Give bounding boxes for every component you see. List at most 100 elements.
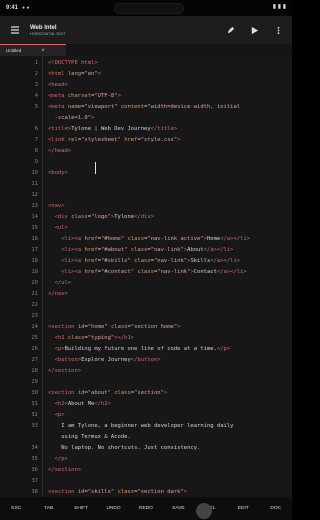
app-subtitle: HORIZONTAL EDIT [30,30,66,36]
code-line: 2 <html lang="en"> [0,69,292,80]
code-line: 17 <li><a href="#about" class="nav-link"… [0,245,292,256]
line-number: 1 [34,60,38,66]
line-number: 8 [34,148,38,154]
code-text: <p>Building my future one line of code a… [54,346,231,352]
code-line: 6 <title>Tylone | Web Dev Journey</title> [0,124,292,135]
line-number: 4 [34,93,38,99]
code-line: 7 <link rel="stylesheet" href="style.css"… [0,135,292,146]
status-bar: 9:41 ● ● ▮ ▮ ▮ [0,0,292,16]
code-line: 13 <nav> [0,201,292,212]
battery-icon: ▮ ▮ ▮ [272,4,286,10]
line-number: 23 [31,313,38,319]
code-line: 15 <ul> [0,223,292,234]
code-text: </p> [54,456,68,462]
menu-button[interactable] [0,16,30,44]
line-number: 14 [31,214,38,220]
code-line: 21 </nav> [0,289,292,300]
code-text: </section> [48,467,82,473]
code-text: <li><a href="#home" class="nav-link acti… [61,236,251,242]
line-number: 20 [31,280,38,286]
code-text: <body> [48,170,68,176]
code-line: 18 <li><a href="#skills" class="nav-link… [0,256,292,267]
line-number: 37 [31,478,38,484]
extra-keys-bar: ESCTABSHIFTUNDOREDOSAVEDELEDITDOC [0,497,292,520]
code-text: <button>Explore Journey</button> [54,357,161,363]
code-text: No laptop. No shortcuts. Just consistenc… [61,445,201,451]
code-text: </nav> [48,291,68,297]
line-number: 28 [31,368,38,374]
code-line: 29 [0,377,292,388]
status-time: 9:41 [6,5,19,11]
key-doc[interactable]: DOC [264,506,288,511]
key-tab[interactable]: TAB [37,506,61,511]
code-line: 35 </p> [0,454,292,465]
line-number: 7 [34,137,38,143]
code-line: 27 <button>Explore Journey</button> [0,355,292,366]
code-line: 4 <meta charset="UTF-8"> [0,91,292,102]
code-line: 1 <!DOCTYPE html> [0,58,292,69]
line-number: 33 [31,423,38,429]
code-line: 11 [0,179,292,190]
code-line: 26 <p>Building my future one line of cod… [0,344,292,355]
app-bar: Web Intel HORIZONTAL EDIT [0,16,292,44]
pencil-icon [227,26,234,33]
code-line: 31 <h2>About Me</h2> [0,399,292,410]
code-text: </head> [48,148,72,154]
line-number: 38 [31,489,38,495]
key-edit[interactable]: EDIT [231,506,255,511]
line-number: 27 [31,357,38,363]
code-text: I am Tylone, a beginner web developer le… [61,423,234,429]
code-line: 34 No laptop. No shortcuts. Just consist… [0,443,292,454]
line-number: 6 [34,126,38,132]
code-editor[interactable]: 1 <!DOCTYPE html> 2 <html lang="en"> 3 <head>… [0,56,292,497]
run-button[interactable] [248,24,260,36]
code-line: 23 [0,311,292,322]
code-text: <h2>About Me</h2> [54,401,111,407]
code-line: 25 <h1 class="typing"></h1> [0,333,292,344]
code-text: <title>Tylone | Web Dev Journey</title> [48,126,178,132]
code-line: 20 </ul> [0,278,292,289]
floating-action[interactable] [196,503,212,519]
line-number: 35 [31,456,38,462]
code-line: 14 <div class="logo">Tylone</div> [0,212,292,223]
code-text: using Termux & Acode. [61,434,131,440]
code-text: <section id="home" class="section home"> [48,324,181,330]
tab-bar: Untitled × [0,44,292,56]
code-text: <section id="about" class="section"> [48,390,168,396]
line-number: 13 [31,203,38,209]
app-titles: Web Intel HORIZONTAL EDIT [30,25,224,36]
line-number: 5 [34,104,38,110]
more-button[interactable] [272,24,284,36]
code-line: 10 <body> [0,168,292,179]
edit-button[interactable] [224,24,236,36]
key-redo[interactable]: REDO [134,506,158,511]
close-icon[interactable]: × [41,48,45,54]
key-shift[interactable]: SHIFT [69,506,93,511]
code-line: 24 <section id="home" class="section home… [0,322,292,333]
code-text: <html lang="en"> [48,71,101,77]
code-line: 16 <li><a href="#home" class="nav-link a… [0,234,292,245]
code-text: -scale=1.0"> [48,115,95,121]
key-save[interactable]: SAVE [166,506,190,511]
code-line: 38 <section id="skills" class="section da… [0,487,292,497]
code-line: 3 <head> [0,80,292,91]
line-number: 18 [31,258,38,264]
code-text: <meta name="viewport" content="width=dev… [48,104,241,110]
code-text: <link rel="stylesheet" href="style.css"> [48,137,181,143]
line-number: 22 [31,302,38,308]
play-icon [251,26,258,34]
more-vertical-icon [277,26,279,34]
line-number: 16 [31,236,38,242]
key-undo[interactable]: UNDO [102,506,126,511]
key-esc[interactable]: ESC [4,506,28,511]
tab-untitled[interactable]: Untitled × [0,44,66,56]
code-line: 9 [0,157,292,168]
code-text: <li><a href="#about" class="nav-link">Ab… [61,247,234,253]
line-number: 34 [31,445,38,451]
line-number: 24 [31,324,38,330]
code-line: 37 [0,476,292,487]
code-line: 8 </head> [0,146,292,157]
line-number: 19 [31,269,38,275]
code-text: <li><a href="#contact" class="nav-link">… [61,269,247,275]
code-line: 32 <p> [0,410,292,421]
